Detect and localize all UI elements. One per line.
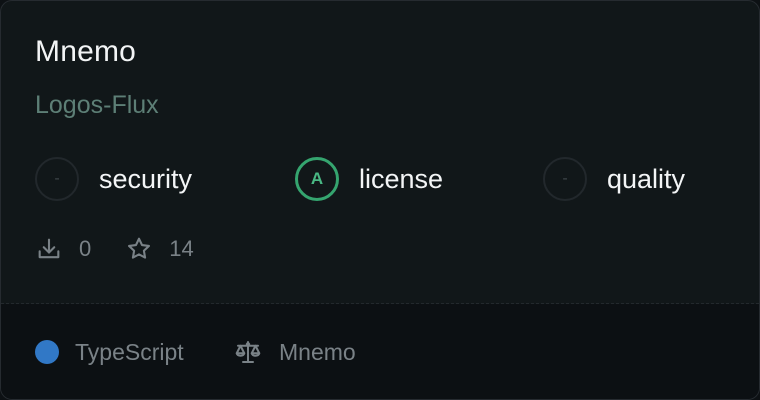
card-footer: TypeScript Mnemo: [1, 304, 759, 399]
score-security[interactable]: - security: [35, 155, 192, 203]
language-name: TypeScript: [75, 338, 184, 365]
package-name[interactable]: Mnemo: [35, 35, 136, 69]
download-icon: [38, 238, 60, 259]
downloads-stat: 0: [35, 235, 91, 263]
package-owner[interactable]: Logos-Flux: [35, 91, 159, 120]
scale-icon: [235, 341, 261, 363]
score-label-license: license: [359, 163, 444, 194]
license-grade-ring: A: [295, 157, 339, 201]
stars-count: 14: [169, 236, 194, 261]
language-color-dot: [35, 340, 59, 364]
package-card[interactable]: Mnemo Logos-Flux - security A license - …: [0, 0, 760, 400]
quality-grade-ring: -: [543, 157, 587, 201]
stars-stat: 14: [125, 235, 194, 263]
security-grade-ring: -: [35, 157, 79, 201]
score-quality[interactable]: - quality: [543, 155, 685, 203]
star-icon: [128, 237, 151, 259]
score-label-quality: quality: [607, 163, 686, 194]
score-license[interactable]: A license: [295, 155, 443, 203]
downloads-count: 0: [79, 236, 92, 261]
license-meta: Mnemo: [233, 336, 356, 368]
score-label-security: security: [99, 163, 193, 194]
card-body: Mnemo Logos-Flux - security A license - …: [1, 1, 759, 303]
license-name: Mnemo: [279, 338, 356, 365]
language-meta: TypeScript: [35, 336, 184, 368]
package-stats: 0 14: [35, 231, 228, 267]
